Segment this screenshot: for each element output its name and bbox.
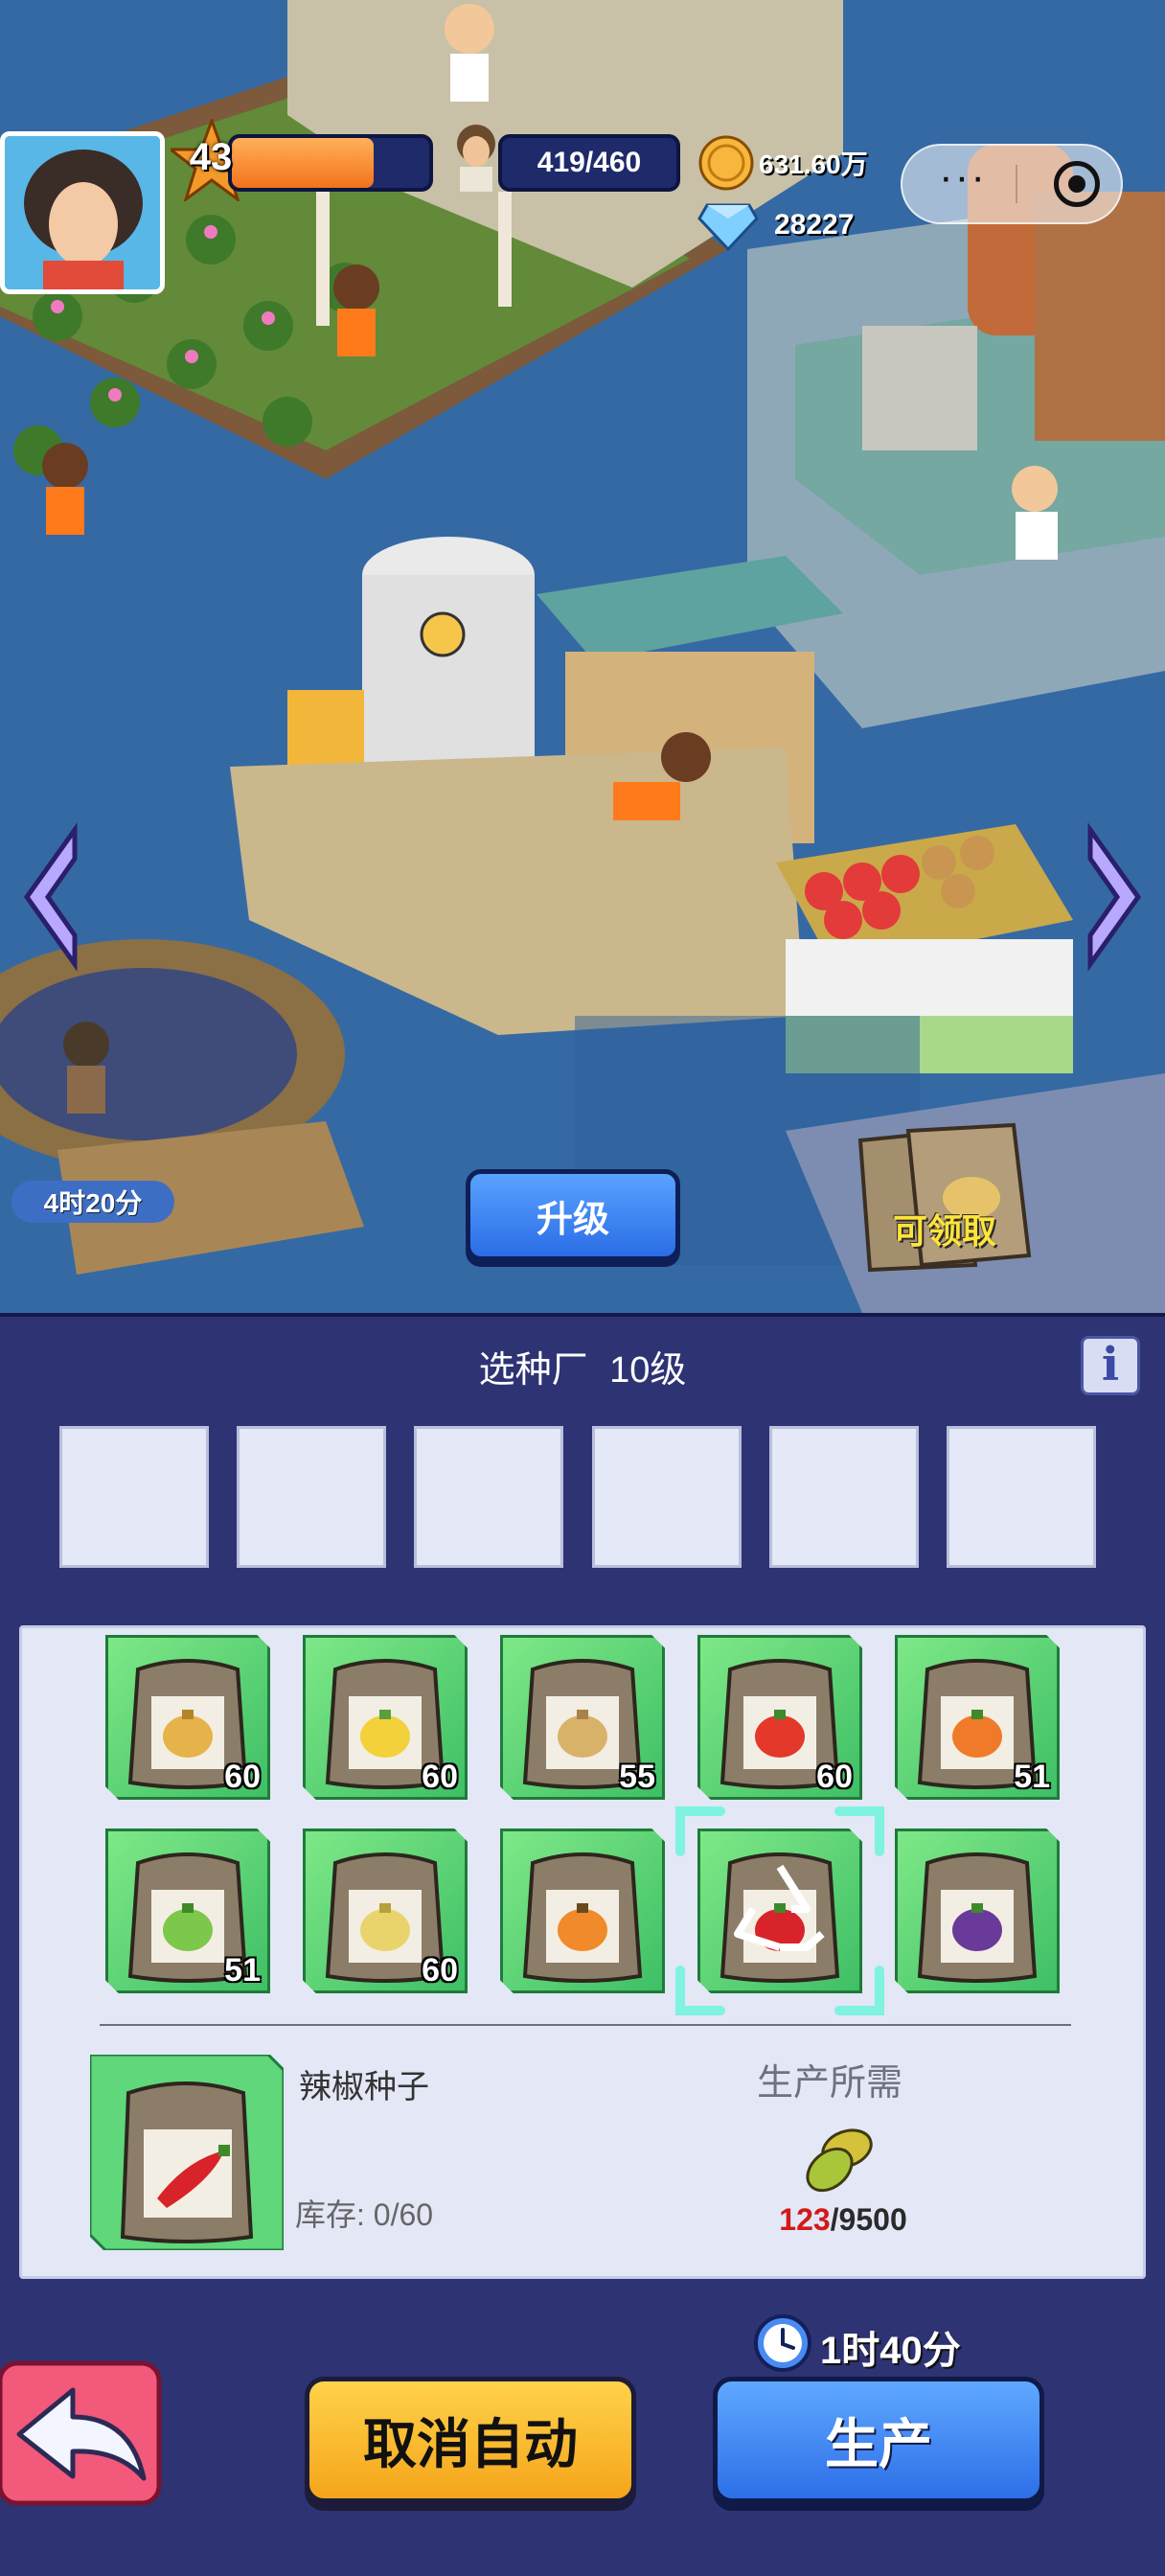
capsule-divider bbox=[1016, 165, 1017, 203]
section-divider bbox=[100, 2024, 1071, 2026]
pumpkin-seed-icon bbox=[522, 1852, 643, 1983]
requirement-need: /9500 bbox=[830, 2202, 907, 2237]
queue-slot[interactable] bbox=[592, 1426, 742, 1568]
requirement-have: 123 bbox=[779, 2202, 831, 2237]
previous-building-arrow-icon[interactable] bbox=[17, 820, 84, 974]
seed-option[interactable]: 55 bbox=[500, 1635, 665, 1800]
queue-slot[interactable] bbox=[59, 1426, 209, 1568]
requirements-title: 生产所需 bbox=[757, 2063, 903, 2104]
seed-option[interactable]: 60 bbox=[697, 1635, 862, 1800]
population-counter: 419/460 bbox=[498, 134, 680, 192]
player-portrait-icon bbox=[5, 136, 160, 289]
more-menu-icon[interactable]: ··· bbox=[929, 153, 996, 215]
seed-option[interactable]: 51 bbox=[105, 1828, 270, 1993]
building-level: 10级 bbox=[609, 1350, 687, 1391]
queue-slot[interactable] bbox=[414, 1426, 563, 1568]
back-arrow-icon[interactable] bbox=[0, 2358, 165, 2509]
produce-button[interactable]: 生产 bbox=[713, 2377, 1044, 2503]
upgrade-button[interactable]: 升级 bbox=[466, 1169, 680, 1261]
selected-seed-preview bbox=[88, 2053, 286, 2252]
requirement-amount: 123/9500 bbox=[747, 2202, 939, 2238]
population-icon bbox=[457, 125, 495, 192]
building-name: 选种厂 bbox=[478, 1350, 588, 1391]
seed-option[interactable]: 60 bbox=[105, 1635, 270, 1800]
xp-bar-fill bbox=[232, 138, 375, 188]
eggplant-seed-icon bbox=[917, 1852, 1038, 1983]
seed-option[interactable]: 51 bbox=[895, 1635, 1060, 1800]
queue-slot[interactable] bbox=[237, 1426, 386, 1568]
seed-count: 60 bbox=[422, 1952, 458, 1989]
player-avatar[interactable] bbox=[0, 131, 165, 294]
seed-count: 60 bbox=[422, 1759, 458, 1795]
next-building-arrow-icon[interactable] bbox=[1081, 820, 1148, 974]
close-target-icon[interactable] bbox=[1054, 161, 1100, 207]
building-timer-badge: 4时20分 bbox=[11, 1181, 174, 1223]
production-time: 1时40分 bbox=[820, 2330, 961, 2372]
info-button[interactable]: i bbox=[1081, 1336, 1140, 1395]
gem-icon bbox=[697, 203, 759, 252]
coin-icon bbox=[698, 135, 754, 191]
cancel-auto-button[interactable]: 取消自动 bbox=[305, 2377, 636, 2503]
seed-count: 51 bbox=[1014, 1759, 1050, 1795]
seed-option[interactable] bbox=[895, 1828, 1060, 1993]
clock-icon bbox=[754, 2314, 811, 2372]
seed-option[interactable]: 60 bbox=[303, 1635, 468, 1800]
xp-bar bbox=[228, 134, 433, 192]
queue-slot[interactable] bbox=[769, 1426, 919, 1568]
seed-count: 51 bbox=[224, 1952, 261, 1989]
selected-seed-stock: 库存: 0/60 bbox=[295, 2197, 434, 2232]
game-scene[interactable]: 43 419/460 631.60万 28227 ··· 4时20分 升级 可领… bbox=[0, 0, 1165, 1313]
chili-seed-bag-icon bbox=[88, 2053, 286, 2252]
queue-slot[interactable] bbox=[947, 1426, 1096, 1568]
player-level: 43 bbox=[189, 136, 233, 178]
selection-frame bbox=[675, 1806, 884, 2015]
seed-option[interactable]: 60 bbox=[303, 1828, 468, 1993]
coin-amount: 631.60万 bbox=[759, 150, 868, 179]
soybean-resource-icon bbox=[806, 2128, 873, 2193]
seed-option[interactable] bbox=[500, 1828, 665, 1993]
panel-title: 选种厂 10级 bbox=[0, 1340, 1165, 1392]
claim-label[interactable]: 可领取 bbox=[858, 1204, 1031, 1254]
seed-option[interactable] bbox=[675, 1806, 884, 2015]
seed-count: 60 bbox=[816, 1759, 853, 1795]
gem-amount: 28227 bbox=[774, 209, 855, 241]
seed-count: 55 bbox=[619, 1759, 655, 1795]
seed-count: 60 bbox=[224, 1759, 261, 1795]
selected-seed-name: 辣椒种子 bbox=[299, 2069, 429, 2105]
